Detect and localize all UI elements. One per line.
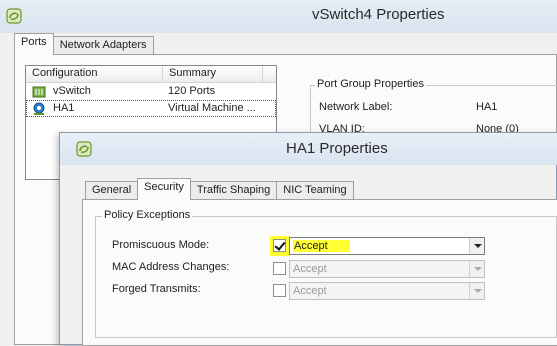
vsphere-app-icon [76, 141, 92, 157]
network-label-label: Network Label: [319, 101, 393, 113]
forged-transmits-label: Forged Transmits: [112, 283, 201, 295]
promiscuous-mode-label: Promiscuous Mode: [112, 239, 210, 251]
column-header-summary[interactable]: Summary [163, 66, 263, 83]
mac-address-changes-select[interactable]: Accept [289, 260, 485, 278]
security-tab-panel: Policy Exceptions Promiscuous Mode: Acce… [82, 199, 557, 346]
dialog-title: HA1 Properties [286, 140, 388, 157]
ha1-name: HA1 [53, 102, 75, 114]
ha1-properties-dialog: HA1 Properties General Security Traffic … [59, 132, 557, 346]
tab-network-adapters[interactable]: Network Adapters [52, 36, 154, 55]
vswitch-icon [32, 86, 46, 97]
list-header: Configuration Summary [26, 66, 276, 83]
list-row-ha1[interactable]: HA1 Virtual Machine ... [26, 100, 276, 117]
tab-security[interactable]: Security [137, 178, 191, 200]
dialog-title-bar[interactable]: HA1 Properties [60, 133, 557, 165]
chevron-down-icon[interactable] [469, 238, 484, 254]
vswitch-summary: 120 Ports [168, 85, 216, 97]
policy-exceptions-legend: Policy Exceptions [102, 209, 193, 221]
column-header-configuration[interactable]: Configuration [26, 66, 163, 83]
port-group-properties-legend: Port Group Properties [315, 78, 426, 90]
tab-traffic-shaping[interactable]: Traffic Shaping [189, 181, 278, 200]
list-row-vswitch[interactable]: vSwitch 120 Ports [26, 83, 276, 100]
tab-nic-teaming[interactable]: NIC Teaming [276, 181, 354, 200]
vsphere-app-icon [6, 8, 22, 24]
network-label-value: HA1 [476, 101, 498, 113]
vswitch-name: vSwitch [53, 85, 91, 97]
mac-address-changes-label: MAC Address Changes: [112, 261, 230, 273]
outer-title-bar[interactable]: vSwitch4 Properties [0, 0, 557, 33]
promiscuous-mode-checkbox[interactable] [273, 239, 286, 252]
forged-transmits-select[interactable]: Accept [289, 282, 485, 300]
dialog-tab-strip: General Security Traffic Shaping NIC Tea… [85, 178, 354, 200]
tab-general[interactable]: General [85, 181, 139, 200]
port-group-icon [33, 102, 45, 115]
mac-address-changes-checkbox[interactable] [273, 262, 286, 275]
policy-exceptions-group: Policy Exceptions Promiscuous Mode: Acce… [95, 209, 557, 338]
chevron-down-icon[interactable] [469, 261, 484, 277]
outer-tab-strip: Ports Network Adapters [14, 33, 154, 55]
chevron-down-icon[interactable] [469, 283, 484, 299]
ha1-summary: Virtual Machine ... [163, 100, 263, 117]
forged-transmits-checkbox[interactable] [273, 284, 286, 297]
tab-ports[interactable]: Ports [14, 33, 54, 55]
forged-transmits-value: Accept [293, 285, 327, 297]
promiscuous-mode-select[interactable]: Accept [289, 237, 485, 255]
window-title: vSwitch4 Properties [312, 6, 445, 23]
promiscuous-mode-value: Accept [293, 240, 350, 252]
column-header-filler [263, 66, 276, 83]
mac-address-changes-value: Accept [293, 263, 327, 275]
